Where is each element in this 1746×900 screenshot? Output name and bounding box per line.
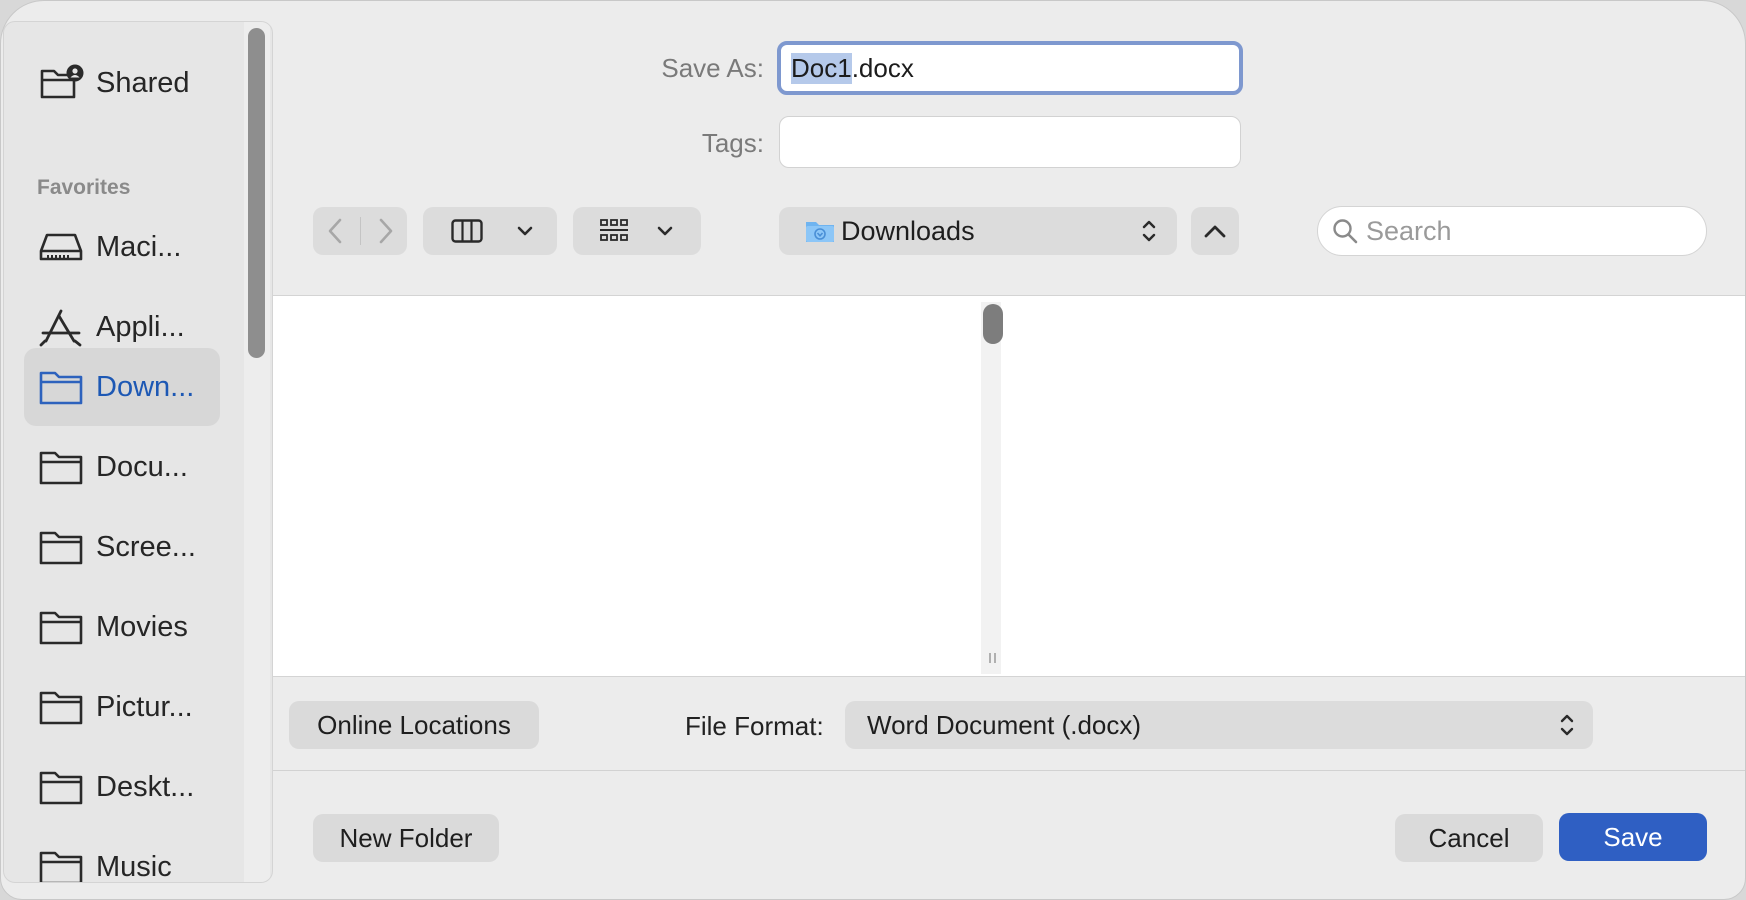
sidebar-item-label: Scree... — [96, 530, 196, 563]
applications-icon — [38, 307, 84, 347]
folder-icon — [38, 447, 84, 487]
folder-icon — [38, 527, 84, 567]
sidebar-item-label: Music — [96, 850, 172, 883]
search-icon — [1332, 218, 1358, 244]
online-locations-button[interactable]: Online Locations — [289, 701, 539, 749]
location-label: Downloads — [841, 215, 975, 246]
chevron-down-icon — [517, 226, 533, 236]
filename-field[interactable]: Doc1 .docx — [777, 41, 1243, 95]
save-as-label: Save As: — [661, 53, 764, 83]
column-resize-handle-icon[interactable] — [987, 651, 999, 665]
up-down-chevron-icon — [1559, 712, 1575, 738]
sidebar-item-documents[interactable]: Docu... — [24, 428, 220, 506]
sidebar-item-shared[interactable]: Shared — [24, 44, 220, 122]
chevron-up-icon — [1204, 224, 1226, 238]
chevron-down-icon — [657, 226, 673, 236]
column-scrollbar[interactable] — [983, 304, 1003, 344]
folder-icon — [38, 687, 84, 727]
file-format-value: Word Document (.docx) — [867, 709, 1142, 740]
sidebar-item-screenshots[interactable]: Scree... — [24, 508, 220, 586]
save-dialog: Shared Favorites Maci... Appli... Down..… — [0, 0, 1746, 900]
view-mode-button[interactable] — [423, 207, 557, 255]
sidebar-item-label: Movies — [96, 610, 188, 643]
column-scroll-track — [981, 302, 1001, 674]
filename-extension: .docx — [851, 52, 914, 83]
folder-icon — [38, 607, 84, 647]
sidebar: Shared Favorites Maci... Appli... Down..… — [3, 21, 273, 883]
grid-group-icon — [599, 218, 629, 244]
sidebar-item-music[interactable]: Music — [24, 828, 220, 883]
collapse-button[interactable] — [1191, 207, 1239, 255]
location-popup[interactable]: Downloads — [779, 207, 1177, 255]
sidebar-item-label: Down... — [96, 370, 195, 403]
group-mode-button[interactable] — [573, 207, 701, 255]
sidebar-item-label: Docu... — [96, 450, 188, 483]
sidebar-item-label: Deskt... — [96, 770, 195, 803]
tags-label: Tags: — [701, 128, 764, 158]
sidebar-item-macintosh-hd[interactable]: Maci... — [24, 208, 220, 286]
folder-icon — [38, 767, 84, 807]
folder-icon — [38, 847, 84, 882]
file-format-label: File Format: — [685, 711, 824, 741]
file-format-popup[interactable]: Word Document (.docx) — [845, 701, 1593, 749]
sidebar-item-label: Maci... — [96, 230, 182, 263]
forward-arrow-icon[interactable] — [379, 218, 393, 244]
sidebar-item-downloads[interactable]: Down... — [24, 348, 220, 426]
save-button[interactable]: Save — [1559, 813, 1707, 861]
folder-icon — [38, 367, 84, 407]
sidebar-item-label: Appli... — [96, 310, 185, 343]
favorites-heading: Favorites — [37, 176, 131, 199]
back-arrow-icon[interactable] — [328, 218, 342, 244]
downloads-folder-icon — [805, 219, 835, 243]
search-input[interactable] — [1366, 215, 1676, 247]
sidebar-item-label: Shared — [96, 66, 190, 99]
nav-divider — [359, 217, 361, 245]
sidebar-item-label: Pictur... — [96, 690, 193, 723]
sidebar-item-pictures[interactable]: Pictur... — [24, 668, 220, 746]
file-browser[interactable] — [273, 295, 1745, 677]
drive-icon — [38, 227, 84, 267]
filename-selected-text: Doc1 — [791, 52, 852, 84]
sidebar-item-movies[interactable]: Movies — [24, 588, 220, 666]
columns-view-icon — [451, 219, 483, 243]
cancel-button[interactable]: Cancel — [1395, 814, 1543, 862]
search-field[interactable] — [1317, 206, 1707, 256]
divider — [273, 770, 1745, 771]
shared-folder-icon — [38, 63, 84, 103]
sidebar-item-desktop[interactable]: Deskt... — [24, 748, 220, 826]
tags-field[interactable] — [779, 116, 1241, 168]
back-forward-group — [313, 207, 407, 255]
new-folder-button[interactable]: New Folder — [313, 814, 499, 862]
up-down-chevron-icon — [1141, 218, 1157, 244]
sidebar-scrollbar[interactable] — [248, 28, 265, 358]
